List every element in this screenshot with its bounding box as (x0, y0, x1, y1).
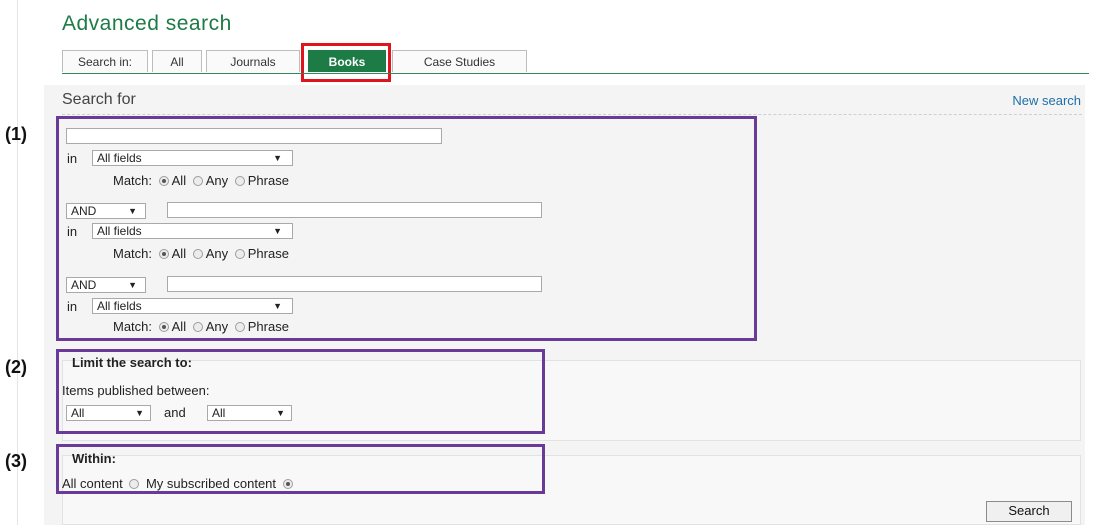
tab-case-studies[interactable]: Case Studies (392, 50, 527, 72)
annotation-label-1: (1) (5, 124, 27, 144)
match-phrase-label-1: Phrase (247, 173, 289, 188)
search-button[interactable]: Search (986, 501, 1072, 522)
books-highlight-box (301, 43, 391, 82)
search-in-label: Search in: (62, 50, 148, 72)
field-select-3-value: All fields (97, 299, 142, 313)
chevron-down-icon: ▼ (273, 226, 282, 236)
tab-all[interactable]: All (152, 50, 202, 72)
search-term-input-1[interactable] (66, 128, 442, 144)
left-divider (17, 0, 18, 525)
field-select-1-value: All fields (97, 151, 142, 165)
match-phrase-label-2: Phrase (247, 246, 289, 261)
all-content-label: All content (62, 476, 123, 491)
match-any-radio-1[interactable] (192, 175, 203, 186)
match-phrase-radio-2[interactable] (234, 248, 245, 259)
match-row-1: Match: All Any Phrase (113, 173, 289, 188)
field-select-3[interactable]: All fields ▼ (92, 298, 293, 314)
field-select-2-value: All fields (97, 224, 142, 238)
within-options: All content My subscribed content (62, 476, 296, 491)
match-phrase-label-3: Phrase (247, 319, 289, 334)
operator-select-3[interactable]: AND ▼ (66, 277, 146, 293)
match-any-radio-3[interactable] (192, 321, 203, 332)
year-to-select[interactable]: All ▼ (207, 405, 292, 421)
match-all-radio-1[interactable] (158, 175, 169, 186)
annotation-label-2: (2) (5, 357, 27, 377)
year-from-value: All (71, 406, 85, 420)
match-label-2: Match: (113, 246, 153, 261)
chevron-down-icon: ▼ (128, 206, 137, 216)
within-heading: Within: (72, 451, 116, 466)
match-row-3: Match: All Any Phrase (113, 319, 289, 334)
match-all-label-1: All (171, 173, 187, 188)
match-all-radio-3[interactable] (158, 321, 169, 332)
match-any-label-2: Any (205, 246, 229, 261)
tab-journals[interactable]: Journals (206, 50, 300, 72)
operator-select-3-value: AND (71, 278, 97, 292)
year-to-value: All (212, 406, 226, 420)
new-search-link[interactable]: New search (1012, 93, 1081, 108)
match-any-label-3: Any (205, 319, 229, 334)
match-row-2: Match: All Any Phrase (113, 246, 289, 261)
annotation-label-3: (3) (5, 451, 27, 471)
in-label-2: in (67, 224, 78, 239)
field-select-2[interactable]: All fields ▼ (92, 223, 293, 239)
tabs-underline (62, 73, 1089, 74)
chevron-down-icon: ▼ (128, 280, 137, 290)
field-select-1[interactable]: All fields ▼ (92, 150, 293, 166)
subscribed-content-label: My subscribed content (145, 476, 277, 491)
match-phrase-radio-3[interactable] (234, 321, 245, 332)
chevron-down-icon: ▼ (273, 153, 282, 163)
operator-select-2[interactable]: AND ▼ (66, 203, 146, 219)
chevron-down-icon: ▼ (276, 408, 285, 418)
match-phrase-radio-1[interactable] (234, 175, 245, 186)
match-any-label-1: Any (205, 173, 229, 188)
match-label-1: Match: (113, 173, 153, 188)
match-any-radio-2[interactable] (192, 248, 203, 259)
chevron-down-icon: ▼ (273, 301, 282, 311)
search-term-input-3[interactable] (167, 276, 542, 292)
year-from-select[interactable]: All ▼ (66, 405, 151, 421)
published-between-label: Items published between: (62, 383, 210, 398)
match-all-label-3: All (171, 319, 187, 334)
match-all-radio-2[interactable] (158, 248, 169, 259)
in-label-1: in (67, 151, 78, 166)
all-content-radio[interactable] (129, 478, 140, 489)
page-title: Advanced search (62, 12, 232, 35)
match-label-3: Match: (113, 319, 153, 334)
subscribed-content-radio[interactable] (282, 478, 293, 489)
in-label-3: in (67, 299, 78, 314)
and-label: and (164, 405, 186, 420)
match-all-label-2: All (171, 246, 187, 261)
chevron-down-icon: ▼ (135, 408, 144, 418)
search-term-input-2[interactable] (167, 202, 542, 218)
operator-select-2-value: AND (71, 204, 97, 218)
search-for-heading: Search for (62, 91, 136, 108)
limit-heading: Limit the search to: (72, 355, 192, 370)
search-for-divider (62, 114, 1082, 115)
